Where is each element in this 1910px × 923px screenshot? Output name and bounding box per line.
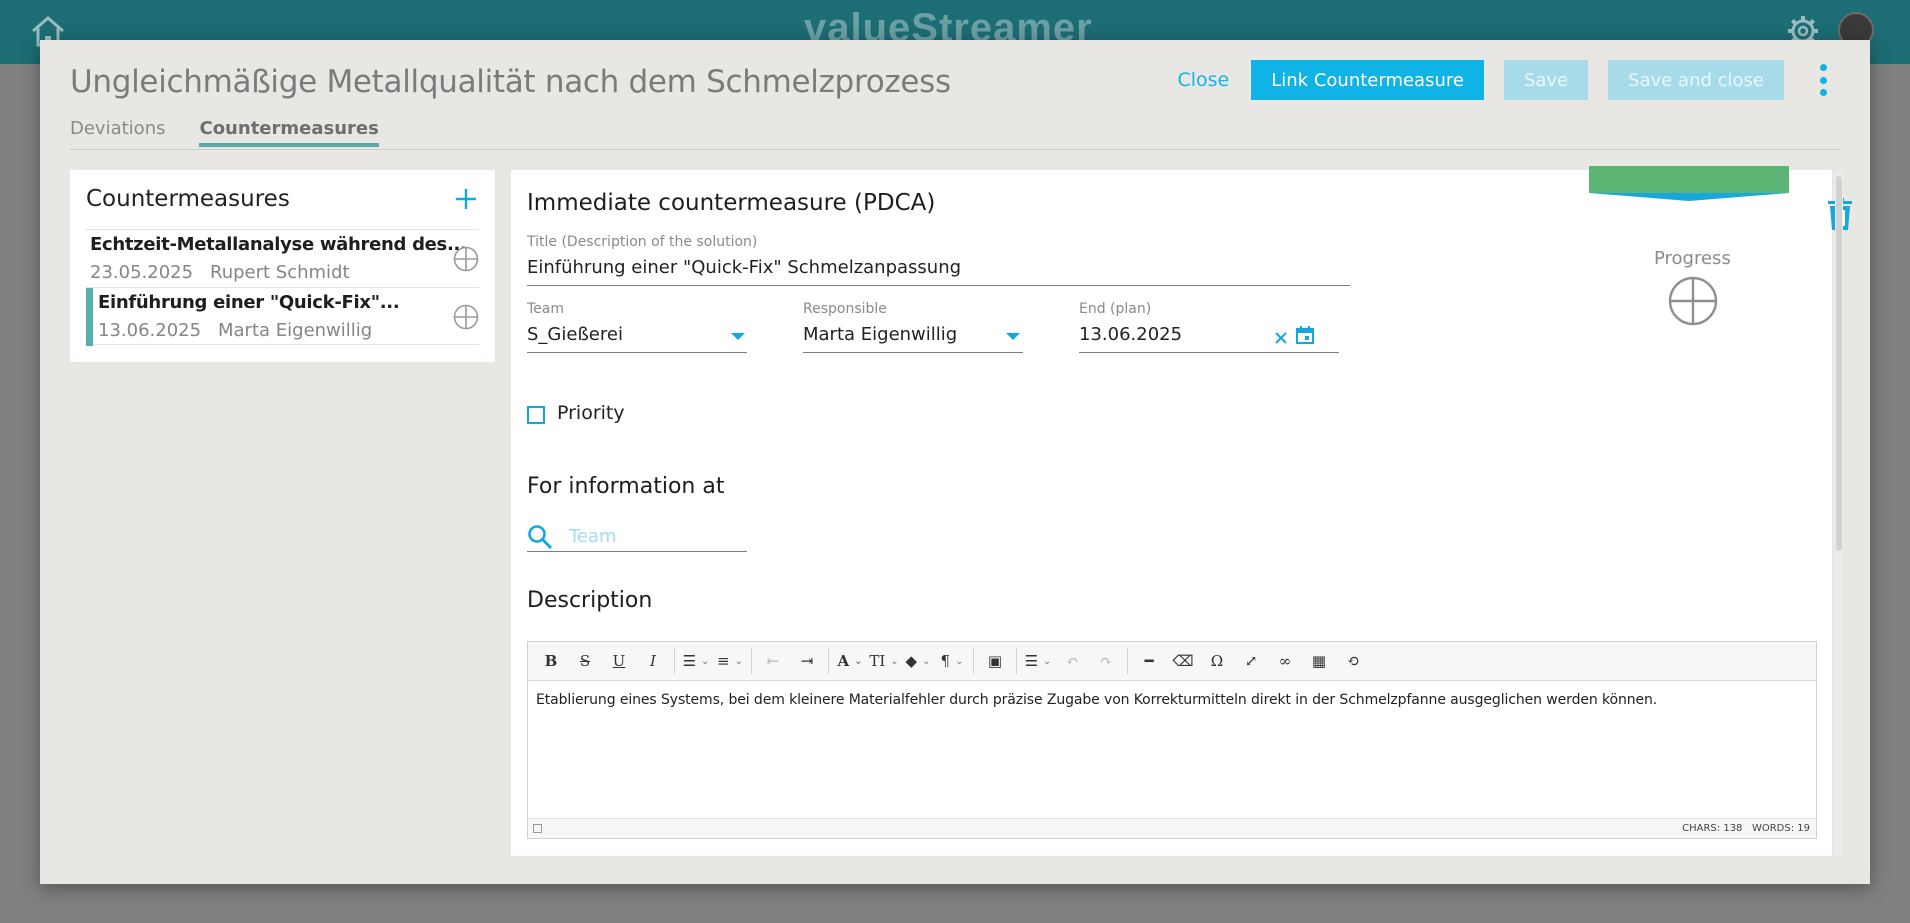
horizontal-line-icon[interactable]: ━ xyxy=(1132,646,1166,676)
image-icon[interactable]: ▣ xyxy=(978,646,1012,676)
title-field[interactable]: Einführung einer "Quick-Fix" Schmelzanpa… xyxy=(527,257,961,278)
outdent-icon[interactable]: ⇤ xyxy=(756,646,790,676)
italic-icon[interactable]: I xyxy=(636,646,670,676)
status-banner xyxy=(1589,166,1789,201)
team-search-input[interactable] xyxy=(569,522,729,550)
rich-text-editor: B S U I ☰ ⌄ ≡ ⌄ ⇤ ⇥ A ⌄ TI ⌄ ◆ ⌄ ¶ ⌄ ▣ ☰ ⌄ ↶ xyxy=(527,641,1817,839)
selection-indicator xyxy=(86,288,93,346)
bold-icon[interactable]: B xyxy=(534,646,568,676)
search-icon xyxy=(528,525,553,550)
info-heading: For information at xyxy=(527,474,725,499)
list-item-name: Einführung einer "Quick-Fix"... xyxy=(98,292,400,313)
editor-toolbar: B S U I ☰ ⌄ ≡ ⌄ ⇤ ⇥ A ⌄ TI ⌄ ◆ ⌄ ¶ ⌄ ▣ ☰ ⌄ ↶ xyxy=(528,642,1816,681)
responsible-underline xyxy=(803,352,1023,353)
underline-icon[interactable]: U xyxy=(602,646,636,676)
countermeasure-modal: Ungleichmäßige Metallqualität nach dem S… xyxy=(40,40,1870,884)
resize-icon[interactable] xyxy=(533,824,542,833)
description-heading: Description xyxy=(527,588,653,613)
end-plan-label: End (plan) xyxy=(1079,301,1152,317)
priority-checkbox[interactable] xyxy=(527,406,545,424)
redo-icon[interactable]: ↷ xyxy=(1089,646,1123,676)
font-size-icon[interactable]: TI ⌄ xyxy=(867,646,901,676)
team-select[interactable]: S_Gießerei xyxy=(527,324,623,345)
numbered-list-icon[interactable]: ≡ ⌄ xyxy=(713,646,747,676)
color-drop-icon[interactable]: ◆ ⌄ xyxy=(901,646,935,676)
tab-divider xyxy=(70,149,1840,150)
chars-count: CHARS: 138 xyxy=(1682,823,1743,834)
words-count: WORDS: 19 xyxy=(1751,823,1810,834)
undo-icon[interactable]: ↶ xyxy=(1055,646,1089,676)
search-underline xyxy=(527,551,747,552)
toolbar-divider xyxy=(674,648,675,674)
fullscreen-icon[interactable]: ⤢ xyxy=(1234,646,1268,676)
priority-label: Priority xyxy=(557,402,625,424)
detail-heading: Immediate countermeasure (PDCA) xyxy=(527,190,936,216)
team-underline xyxy=(527,352,747,353)
calendar-icon[interactable] xyxy=(1295,325,1315,345)
list-item-name: Echtzeit-Metallanalyse während des... xyxy=(90,234,467,255)
eraser-icon[interactable]: ⌫ xyxy=(1166,646,1200,676)
list-item-person: Marta Eigenwillig xyxy=(218,320,373,341)
chevron-down-icon[interactable] xyxy=(1006,333,1020,340)
toolbar-divider xyxy=(751,648,752,674)
toolbar-divider xyxy=(973,648,974,674)
pdca-quadrant-icon xyxy=(453,304,479,330)
pdca-quadrant-icon[interactable] xyxy=(1668,276,1718,326)
kebab-icon[interactable] xyxy=(1814,62,1832,98)
list-item[interactable]: Echtzeit-Metallanalyse während des... 23… xyxy=(86,229,479,287)
tab-deviations[interactable]: Deviations xyxy=(70,118,165,147)
progress-label: Progress xyxy=(1654,248,1731,269)
scrollbar-thumb[interactable] xyxy=(1836,176,1842,551)
header-actions: Close Link Countermeasure Save Save and … xyxy=(1177,60,1832,100)
team-label: Team xyxy=(527,301,565,317)
chevron-down-icon[interactable] xyxy=(731,333,745,340)
editor-content[interactable]: Etablierung eines Systems, bei dem klein… xyxy=(536,692,1808,708)
title-label: Title (Description of the solution) xyxy=(527,234,758,250)
special-char-icon[interactable]: Ω xyxy=(1200,646,1234,676)
countermeasure-detail-panel: Immediate countermeasure (PDCA) Title (D… xyxy=(511,166,1852,856)
countermeasure-list-panel: Countermeasures Echtzeit-Metallanalyse w… xyxy=(70,170,495,362)
list-item-date: 23.05.2025 xyxy=(90,262,194,283)
close-button[interactable]: Close xyxy=(1177,69,1229,91)
table-icon[interactable]: ▦ xyxy=(1302,646,1336,676)
title-underline xyxy=(527,285,1350,286)
tab-bar: Deviations Countermeasures xyxy=(70,118,413,147)
history-icon[interactable]: ⟲ xyxy=(1336,646,1370,676)
save-button[interactable]: Save xyxy=(1503,60,1589,100)
page-title: Ungleichmäßige Metallqualität nach dem S… xyxy=(70,64,951,100)
list-item-selected[interactable]: Einführung einer "Quick-Fix"... 13.06.20… xyxy=(86,287,479,346)
close-icon[interactable] xyxy=(1273,330,1289,346)
end-plan-date-field[interactable]: 13.06.2025 xyxy=(1079,324,1182,345)
font-family-icon[interactable]: A ⌄ xyxy=(833,646,867,676)
toolbar-divider xyxy=(1127,648,1128,674)
responsible-label: Responsible xyxy=(803,301,887,317)
list-item-person: Rupert Schmidt xyxy=(210,262,350,283)
pdca-quadrant-icon xyxy=(453,246,479,272)
link-icon[interactable]: ∞ xyxy=(1268,646,1302,676)
indent-icon[interactable]: ⇥ xyxy=(790,646,824,676)
link-countermeasure-button[interactable]: Link Countermeasure xyxy=(1251,60,1484,100)
align-icon[interactable]: ☰ ⌄ xyxy=(1021,646,1055,676)
list-title: Countermeasures xyxy=(86,186,290,212)
end-plan-underline xyxy=(1079,352,1339,353)
strikethrough-icon[interactable]: S xyxy=(568,646,602,676)
paragraph-icon[interactable]: ¶ ⌄ xyxy=(935,646,969,676)
editor-counts: CHARS: 138 WORDS: 19 xyxy=(1682,823,1810,834)
bullet-list-icon[interactable]: ☰ ⌄ xyxy=(679,646,713,676)
plus-icon[interactable] xyxy=(455,188,477,210)
toolbar-divider xyxy=(1016,648,1017,674)
list-item-date: 13.06.2025 xyxy=(98,320,202,341)
tab-countermeasures[interactable]: Countermeasures xyxy=(199,118,379,147)
detail-scrollbar[interactable] xyxy=(1835,170,1843,856)
save-and-close-button[interactable]: Save and close xyxy=(1608,60,1784,100)
toolbar-divider xyxy=(828,648,829,674)
editor-statusbar: CHARS: 138 WORDS: 19 xyxy=(528,818,1816,838)
responsible-select[interactable]: Marta Eigenwillig xyxy=(803,324,957,345)
